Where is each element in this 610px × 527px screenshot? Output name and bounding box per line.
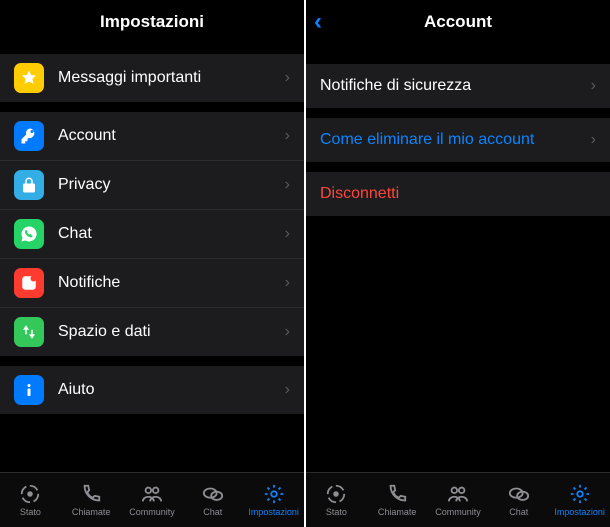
tab-calls[interactable]: Chiamate (367, 473, 428, 527)
row-label: Disconnetti (320, 185, 596, 203)
tab-community[interactable]: Community (122, 473, 183, 527)
tab-label: Chiamate (378, 507, 417, 517)
row-label: Privacy (58, 176, 279, 194)
row-chat[interactable]: Chat › (0, 209, 304, 258)
chevron-right-icon: › (285, 127, 290, 145)
row-label: Aiuto (58, 381, 279, 399)
tab-label: Chiamate (72, 507, 111, 517)
chevron-right-icon: › (285, 323, 290, 341)
tab-label: Community (129, 507, 175, 517)
row-label: Messaggi importanti (58, 69, 279, 87)
tab-label: Chat (203, 507, 222, 517)
row-label: Account (58, 127, 279, 145)
account-content: Notifiche di sicurezza › Come eliminare … (306, 44, 610, 472)
tab-status[interactable]: Stato (306, 473, 367, 527)
lock-icon (14, 170, 44, 200)
tab-settings[interactable]: Impostazioni (549, 473, 610, 527)
tab-community[interactable]: Community (428, 473, 489, 527)
page-title: Account (424, 12, 492, 32)
page-title: Impostazioni (100, 12, 204, 32)
row-privacy[interactable]: Privacy › (0, 160, 304, 209)
tab-chat[interactable]: Chat (182, 473, 243, 527)
chevron-right-icon: › (591, 131, 596, 149)
row-storage[interactable]: Spazio e dati › (0, 307, 304, 356)
row-delete-account[interactable]: Come eliminare il mio account › (306, 118, 610, 162)
tab-label: Impostazioni (554, 507, 605, 517)
updown-icon (14, 317, 44, 347)
chevron-right-icon: › (285, 176, 290, 194)
account-screen: ‹ Account Notifiche di sicurezza › Come … (304, 0, 610, 527)
tab-settings[interactable]: Impostazioni (243, 473, 304, 527)
back-button[interactable]: ‹ (314, 10, 322, 34)
row-starred-messages[interactable]: Messaggi importanti › (0, 54, 304, 102)
star-icon (14, 63, 44, 93)
tab-label: Chat (509, 507, 528, 517)
bell-icon (14, 268, 44, 298)
chevron-right-icon: › (285, 225, 290, 243)
wa-icon (14, 219, 44, 249)
settings-screen: Impostazioni Messaggi importanti › Accou… (0, 0, 304, 527)
tab-calls[interactable]: Chiamate (61, 473, 122, 527)
tab-label: Stato (20, 507, 41, 517)
tab-label: Stato (326, 507, 347, 517)
tab-status[interactable]: Stato (0, 473, 61, 527)
info-icon (14, 375, 44, 405)
row-notif[interactable]: Notifiche › (0, 258, 304, 307)
tab-label: Impostazioni (248, 507, 299, 517)
tab-chat[interactable]: Chat (488, 473, 549, 527)
chevron-right-icon: › (591, 77, 596, 95)
row-label: Notifiche (58, 274, 279, 292)
chevron-right-icon: › (285, 274, 290, 292)
row-label: Come eliminare il mio account (320, 131, 585, 149)
row-account[interactable]: Account › (0, 112, 304, 160)
row-label: Chat (58, 225, 279, 243)
tab-label: Community (435, 507, 481, 517)
chevron-right-icon: › (285, 381, 290, 399)
key-icon (14, 121, 44, 151)
row-label: Spazio e dati (58, 323, 279, 341)
chevron-right-icon: › (285, 69, 290, 87)
row-security-notifications[interactable]: Notifiche di sicurezza › (306, 64, 610, 108)
header: Impostazioni (0, 0, 304, 44)
header: ‹ Account (306, 0, 610, 44)
settings-content: Messaggi importanti › Account›Privacy›Ch… (0, 44, 304, 472)
tab-bar: Stato Chiamate Community Chat Impostazioni (306, 472, 610, 527)
tab-bar: Stato Chiamate Community Chat Impostazioni (0, 472, 304, 527)
row-logout[interactable]: Disconnetti (306, 172, 610, 216)
row-help[interactable]: Aiuto › (0, 366, 304, 414)
row-label: Notifiche di sicurezza (320, 77, 585, 95)
